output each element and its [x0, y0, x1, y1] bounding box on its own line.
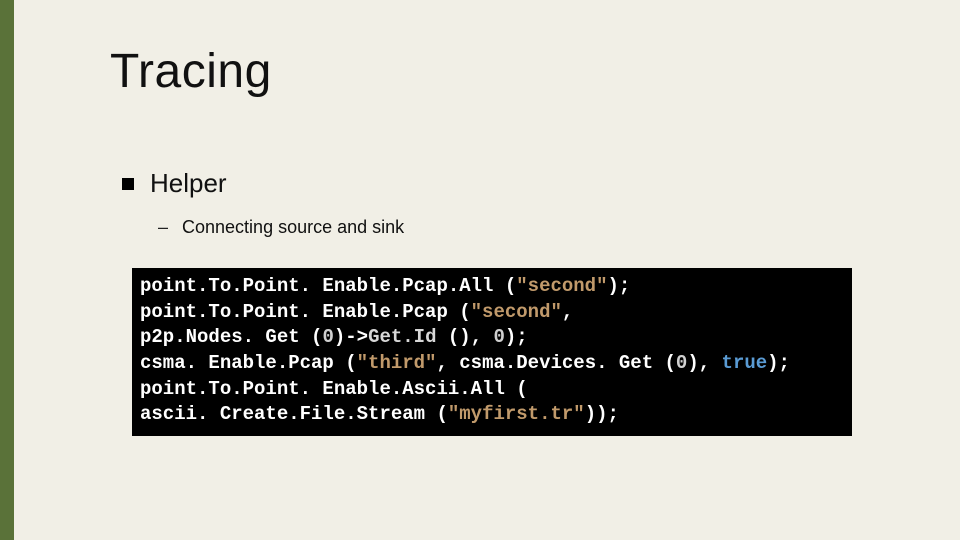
code-line-2: point.To.Point. Enable.Pcap ("second",: [140, 300, 844, 326]
code-line-4: csma. Enable.Pcap ("third", csma.Devices…: [140, 351, 844, 377]
slide-body: Helper – Connecting source and sink: [122, 168, 880, 238]
bullet-text: Helper: [150, 168, 227, 199]
code-line-3: p2p.Nodes. Get (0)->Get.Id (), 0);: [140, 325, 844, 351]
slide-accent-bar: [0, 0, 14, 540]
slide: Tracing Helper – Connecting source and s…: [14, 0, 960, 540]
dash-bullet-icon: –: [158, 217, 168, 238]
bullet-level2: – Connecting source and sink: [158, 217, 880, 238]
bullet-level1: Helper: [122, 168, 880, 199]
code-line-5: point.To.Point. Enable.Ascii.All (: [140, 377, 844, 403]
square-bullet-icon: [122, 178, 134, 190]
code-line-6: ascii. Create.File.Stream ("myfirst.tr")…: [140, 402, 844, 428]
code-line-1: point.To.Point. Enable.Pcap.All ("second…: [140, 274, 844, 300]
slide-title: Tracing: [110, 44, 272, 99]
sub-bullet-text: Connecting source and sink: [182, 217, 404, 238]
code-block: point.To.Point. Enable.Pcap.All ("second…: [132, 268, 852, 436]
